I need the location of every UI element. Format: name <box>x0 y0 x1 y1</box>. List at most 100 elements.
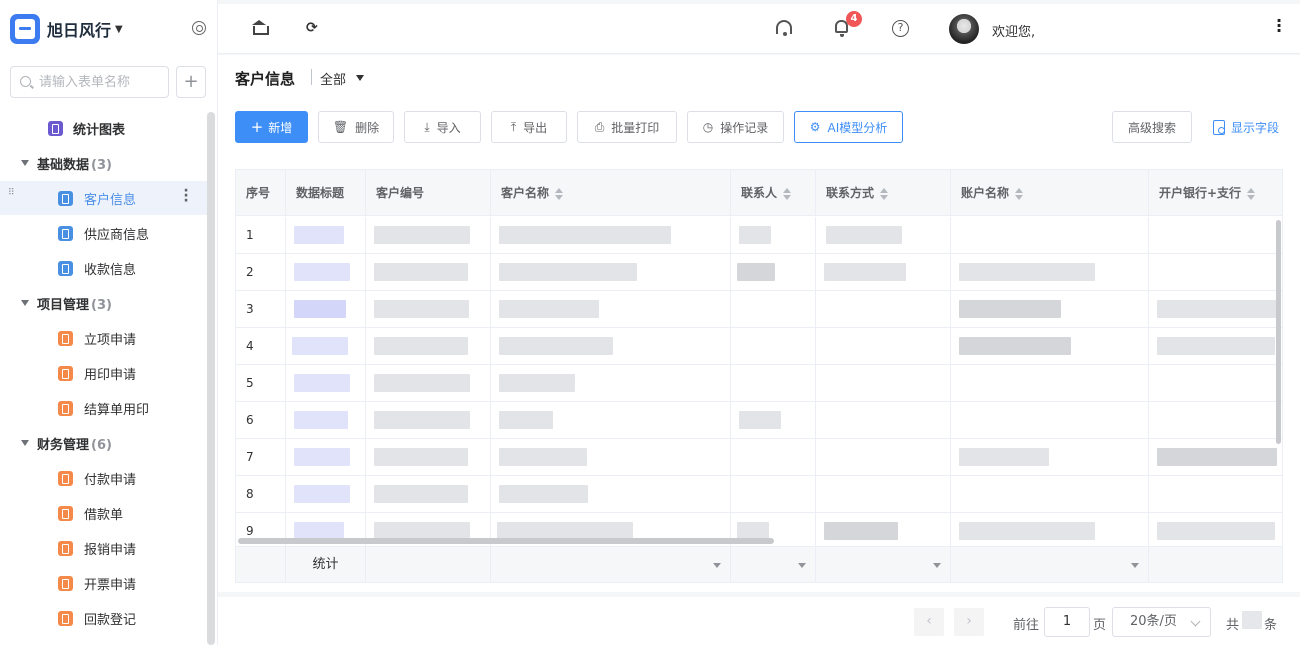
more-menu-icon[interactable]: · · · <box>1276 13 1282 39</box>
summary-cell[interactable] <box>816 546 951 582</box>
table-cell[interactable] <box>731 365 816 402</box>
refresh-icon[interactable]: ⟳ <box>306 20 322 36</box>
sort-icon[interactable] <box>1015 187 1024 200</box>
summary-cell[interactable] <box>951 546 1149 582</box>
sidebar-item-payment-received[interactable]: 回款登记 <box>0 601 207 635</box>
table-cell[interactable] <box>731 402 816 439</box>
sidebar-item-loan-form[interactable]: 借款单 <box>0 496 207 530</box>
sidebar-item-supplier-info[interactable]: 供应商信息 <box>0 216 207 250</box>
table-cell[interactable] <box>491 217 731 254</box>
table-cell[interactable] <box>816 254 951 291</box>
table-cell[interactable] <box>366 513 491 550</box>
table-cell[interactable] <box>286 328 366 365</box>
column-header-phone[interactable]: 联系方式 <box>816 170 951 216</box>
table-cell[interactable] <box>491 254 731 291</box>
sidebar-item-invoice-application[interactable]: 开票申请 <box>0 566 207 600</box>
table-cell[interactable] <box>951 217 1149 254</box>
form-search-input[interactable] <box>39 73 164 91</box>
sidebar-item-receipt-info[interactable]: 收款信息 <box>0 251 207 285</box>
advanced-search-button[interactable]: 高级搜索 <box>1112 111 1192 143</box>
delete-button[interactable]: 🗑 删除 <box>318 111 394 143</box>
caret-down-icon[interactable] <box>713 563 721 568</box>
table-cell[interactable] <box>816 365 951 402</box>
page-number-input[interactable]: 1 <box>1044 607 1090 637</box>
table-cell[interactable] <box>1149 439 1282 476</box>
table-cell[interactable] <box>286 291 366 328</box>
ai-analysis-button[interactable]: ⚙ AI模型分析 <box>794 111 903 143</box>
table-cell[interactable] <box>731 217 816 254</box>
table-cell[interactable] <box>366 328 491 365</box>
caret-down-icon[interactable] <box>933 563 941 568</box>
table-cell[interactable] <box>731 439 816 476</box>
show-fields-link[interactable]: 显示字段 <box>1213 119 1279 136</box>
caret-down-icon[interactable] <box>798 563 806 568</box>
sidebar-item-customer-info[interactable]: ⠿ 客户信息 · · · <box>0 181 207 215</box>
add-form-button[interactable]: + <box>176 66 206 98</box>
table-cell[interactable] <box>731 254 816 291</box>
import-button[interactable]: ⤓ 导入 <box>404 111 481 143</box>
table-cell[interactable] <box>366 365 491 402</box>
table-cell[interactable] <box>366 476 491 513</box>
headset-support-icon[interactable] <box>776 20 792 36</box>
view-filter-select[interactable]: 全部 <box>320 69 346 88</box>
table-cell[interactable] <box>816 476 951 513</box>
sidebar-item-reimbursement[interactable]: 报销申请 <box>0 531 207 565</box>
table-cell[interactable] <box>366 402 491 439</box>
sort-icon[interactable] <box>783 187 792 200</box>
table-cell[interactable] <box>286 254 366 291</box>
table-cell[interactable] <box>1149 365 1282 402</box>
table-cell[interactable] <box>1149 254 1282 291</box>
sort-icon[interactable] <box>1247 187 1256 200</box>
table-cell[interactable] <box>731 476 816 513</box>
table-cell[interactable] <box>816 513 951 550</box>
table-cell[interactable] <box>366 254 491 291</box>
table-cell[interactable] <box>491 328 731 365</box>
bank-icon[interactable] <box>252 20 269 36</box>
new-button[interactable]: + 新增 <box>235 111 308 143</box>
help-icon[interactable]: ? <box>892 20 909 37</box>
table-cell[interactable] <box>816 439 951 476</box>
table-cell[interactable] <box>816 402 951 439</box>
table-cell[interactable] <box>951 513 1149 550</box>
table-cell[interactable] <box>286 513 366 550</box>
caret-down-icon[interactable] <box>356 75 364 81</box>
batch-print-button[interactable]: ⎙ 批量打印 <box>577 111 677 143</box>
table-cell[interactable] <box>951 291 1149 328</box>
table-cell[interactable] <box>366 291 491 328</box>
sidebar-group-basic-data[interactable]: 基础数据 (3) <box>0 146 207 180</box>
sidebar-item-stats-chart[interactable]: 统计图表 <box>0 111 207 145</box>
sidebar-item-payment-application[interactable]: 付款申请 <box>0 461 207 495</box>
table-cell[interactable] <box>731 291 816 328</box>
summary-cell[interactable] <box>491 546 731 582</box>
column-header-contact[interactable]: 联系人 <box>731 170 816 216</box>
sidebar-group-finance-management[interactable]: 财务管理 (6) <box>0 426 207 460</box>
table-cell[interactable] <box>286 217 366 254</box>
column-header-bank[interactable]: 开户银行+支行 <box>1149 170 1282 216</box>
next-page-button[interactable]: › <box>954 608 984 636</box>
page-size-select[interactable]: 20条/页 <box>1112 607 1211 637</box>
table-cell[interactable] <box>731 328 816 365</box>
export-button[interactable]: ⤒ 导出 <box>491 111 567 143</box>
table-cell[interactable] <box>491 402 731 439</box>
summary-cell[interactable] <box>731 546 816 582</box>
operation-log-button[interactable]: ◷ 操作记录 <box>687 111 784 143</box>
table-cell[interactable] <box>286 439 366 476</box>
sidebar-scrollbar[interactable] <box>207 112 215 645</box>
sidebar-group-project-management[interactable]: 项目管理 (3) <box>0 286 207 320</box>
table-cell[interactable] <box>491 513 731 550</box>
table-cell[interactable] <box>286 476 366 513</box>
table-cell[interactable] <box>366 217 491 254</box>
sort-icon[interactable] <box>555 187 564 200</box>
table-cell[interactable] <box>951 439 1149 476</box>
table-cell[interactable] <box>816 328 951 365</box>
form-search[interactable] <box>10 66 169 98</box>
table-cell[interactable] <box>286 365 366 402</box>
table-cell[interactable] <box>491 439 731 476</box>
table-cell[interactable] <box>1149 476 1282 513</box>
drag-handle-icon[interactable]: ⠿ <box>8 189 16 205</box>
table-cell[interactable] <box>286 402 366 439</box>
sidebar-item-project-application[interactable]: 立项申请 <box>0 321 207 355</box>
more-options-icon[interactable]: · · · <box>183 184 189 208</box>
sidebar-item-settlement-seal[interactable]: 结算单用印 <box>0 391 207 425</box>
table-cell[interactable] <box>816 291 951 328</box>
